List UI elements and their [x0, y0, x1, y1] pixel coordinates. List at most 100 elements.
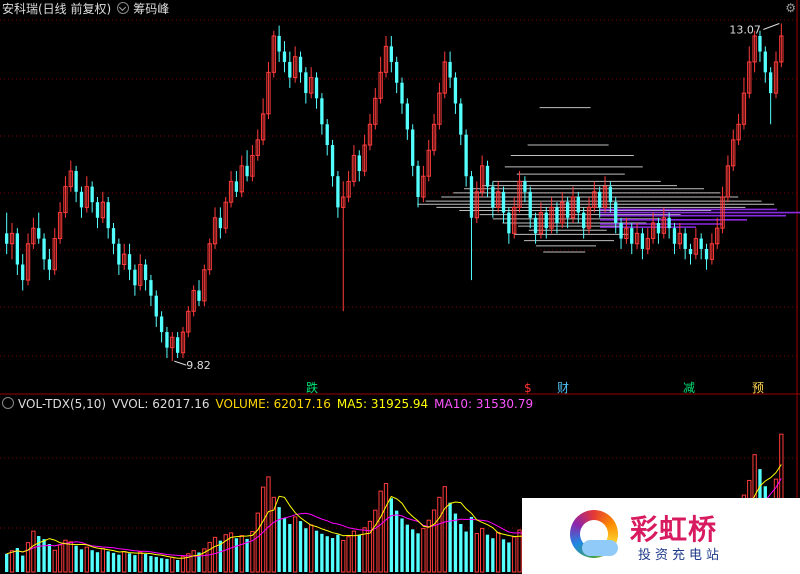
candle-body-down [277, 35, 281, 52]
settings-icon[interactable]: ⚙ [785, 1, 796, 15]
candle-body-down [357, 155, 361, 172]
vvol-value: VVOL: 62017.16 [112, 397, 210, 411]
candle-body-down [667, 217, 671, 229]
candle-body-down [149, 280, 153, 296]
volume-bar-down [5, 553, 9, 572]
volume-bar-down [411, 529, 415, 572]
event-markers: 跌 $ 财 减 预 [306, 380, 764, 395]
candle-body-down [330, 145, 335, 177]
volume-bar-up [474, 533, 479, 573]
indicator-name[interactable]: 筹码峰 [133, 2, 169, 16]
volume-bar-up [266, 476, 271, 573]
volume-bar-down [127, 553, 132, 572]
candle-body-down [117, 243, 121, 265]
candle-body-down [218, 217, 223, 229]
volume-bar-down [325, 536, 329, 572]
candle-body-down [74, 171, 78, 192]
volume-bar-up [421, 527, 426, 573]
volume-dropdown-icon[interactable] [2, 397, 14, 409]
volume-bar-down [245, 538, 249, 572]
low-pointer [174, 360, 187, 366]
volume-bar-up [271, 496, 276, 573]
volume-bar-up [479, 527, 485, 573]
volume-bar-up [496, 531, 501, 573]
candle-body-down [614, 202, 618, 223]
candle-body-down [79, 191, 84, 208]
volume-indicator-name[interactable]: VOL-TDX(5,10) [18, 397, 106, 411]
candle-body-down [405, 103, 410, 130]
candle-body-down [544, 212, 548, 229]
volume-bar-down [106, 551, 110, 572]
candle-body-down [175, 337, 180, 353]
volume-bar-down [357, 534, 361, 572]
candle-body-down [127, 254, 132, 270]
volume-bar-down [234, 538, 239, 572]
volume-bar-down [79, 549, 84, 572]
volume-bar-up [57, 544, 63, 573]
candle-body-down [245, 165, 249, 177]
volume-bar-up [207, 541, 212, 573]
watermark-brand: 彩虹桥 [630, 513, 718, 546]
candle-body-down [768, 72, 773, 94]
candle-body-down [763, 51, 767, 73]
low-price-label: 9.82 [186, 359, 211, 372]
candle-body-down [298, 56, 303, 73]
candle-body-down [416, 165, 420, 197]
candle-body-down [576, 197, 580, 213]
dropdown-icon[interactable] [117, 2, 130, 14]
candle-body-down [133, 269, 137, 286]
volume-bar-down [90, 550, 94, 572]
volume-bar-up [228, 532, 234, 573]
volume-bar-down [74, 545, 78, 572]
volume-bar-down [459, 524, 463, 572]
volume-bar-down [42, 539, 46, 572]
volume-bar-up [383, 483, 389, 573]
volume-bar-up [351, 530, 357, 573]
volume-bar-down [175, 560, 180, 572]
candle-body-down [336, 176, 340, 208]
volume-bar-up [512, 536, 517, 573]
candle-body-down [501, 191, 506, 213]
volume-value: VOLUME: 62017.16 [215, 397, 331, 411]
volume-bar-down [400, 518, 404, 572]
grid-lines [0, 0, 800, 574]
volume-bar-up [212, 536, 218, 573]
candle-body-down [464, 134, 468, 177]
event-marker: 减 [683, 381, 695, 395]
candle-body-down [608, 186, 613, 203]
candle-body-down [325, 124, 329, 146]
candle-body-down [111, 228, 116, 244]
event-marker: 跌 [306, 380, 318, 395]
ma5-value: MA5: 31925.94 [336, 397, 429, 411]
candle-body-down [630, 228, 634, 244]
candle-body-down [37, 228, 41, 239]
candle-body-down [42, 238, 46, 260]
volume-bar-down [336, 534, 340, 572]
candle-body-down [159, 316, 164, 333]
candle-body-down [197, 290, 201, 301]
candle-body-down [21, 264, 25, 281]
volume-bar-up [341, 539, 346, 573]
volume-bar-up [293, 516, 298, 573]
volume-bar-down [282, 518, 287, 572]
volume-bar-up [367, 520, 373, 573]
candle-body-down [672, 228, 677, 244]
volume-bar-down [111, 552, 116, 572]
candle-body-down [143, 264, 148, 281]
event-marker: $ [524, 381, 532, 395]
candle-body-down [47, 259, 52, 270]
volume-bar-up [68, 541, 73, 573]
volume-bar-up [346, 536, 351, 573]
chip-distribution [417, 107, 800, 253]
candle-body-down [282, 51, 287, 62]
volume-bar-up [191, 550, 196, 573]
candle-body-down [469, 176, 474, 218]
volume-bar-down [464, 531, 468, 572]
volume-bar-down [149, 556, 153, 572]
volume-header: VOL-TDX(5,10) VVOL: 62017.16 VOLUME: 62017… [2, 397, 539, 411]
volume-bar-up [373, 509, 378, 573]
volume-bar-down [405, 524, 410, 572]
candle-body-down [683, 233, 687, 249]
cloud-icon [582, 540, 618, 556]
volume-bar-up [250, 531, 255, 573]
